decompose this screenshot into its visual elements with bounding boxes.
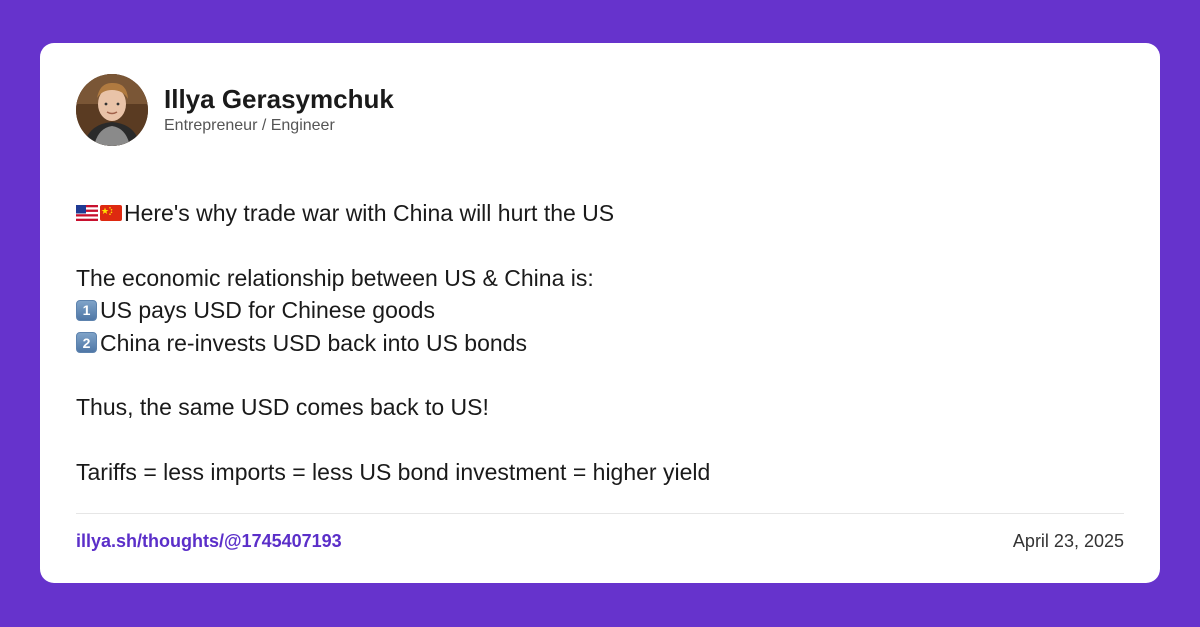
avatar[interactable]: [76, 74, 148, 146]
intro-line: The economic relationship between US & C…: [76, 262, 1124, 295]
equation-line: Tariffs = less imports = less US bond in…: [76, 456, 1124, 489]
post-point-1: US pays USD for Chinese goods: [100, 297, 435, 324]
post-equation: Tariffs = less imports = less US bond in…: [76, 458, 711, 485]
china-flag-icon: [100, 197, 122, 229]
permalink[interactable]: illya.sh/thoughts/@1745407193: [76, 531, 342, 552]
post-body: Here's why trade war with China will hur…: [76, 197, 1124, 488]
post-card: Illya Gerasymchuk Entrepreneur / Enginee…: [40, 43, 1160, 583]
author-name[interactable]: Illya Gerasymchuk: [164, 83, 394, 115]
post-footer: illya.sh/thoughts/@1745407193 April 23, …: [76, 513, 1124, 569]
author-role: Entrepreneur / Engineer: [164, 117, 335, 134]
headline-line: Here's why trade war with China will hur…: [76, 197, 1124, 230]
post-point-2: China re-invests USD back into US bonds: [100, 329, 527, 356]
us-flag-icon: [76, 197, 98, 229]
point-1-line: 1 US pays USD for Chinese goods: [76, 294, 1124, 327]
keycap-2-icon: 2: [76, 332, 97, 354]
conclusion-line: Thus, the same USD comes back to US!: [76, 391, 1124, 424]
point-2-line: 2 China re-invests USD back into US bond…: [76, 327, 1124, 360]
post-intro: The economic relationship between US & C…: [76, 264, 594, 291]
post-headline: Here's why trade war with China will hur…: [124, 200, 615, 227]
author-header: Illya Gerasymchuk Entrepreneur / Enginee…: [76, 73, 1124, 147]
post-conclusion: Thus, the same USD comes back to US!: [76, 394, 489, 421]
author-identity: Illya Gerasymchuk Entrepreneur / Enginee…: [164, 83, 394, 137]
post-date: April 23, 2025: [1012, 531, 1124, 551]
keycap-1-icon: 1: [76, 299, 97, 321]
